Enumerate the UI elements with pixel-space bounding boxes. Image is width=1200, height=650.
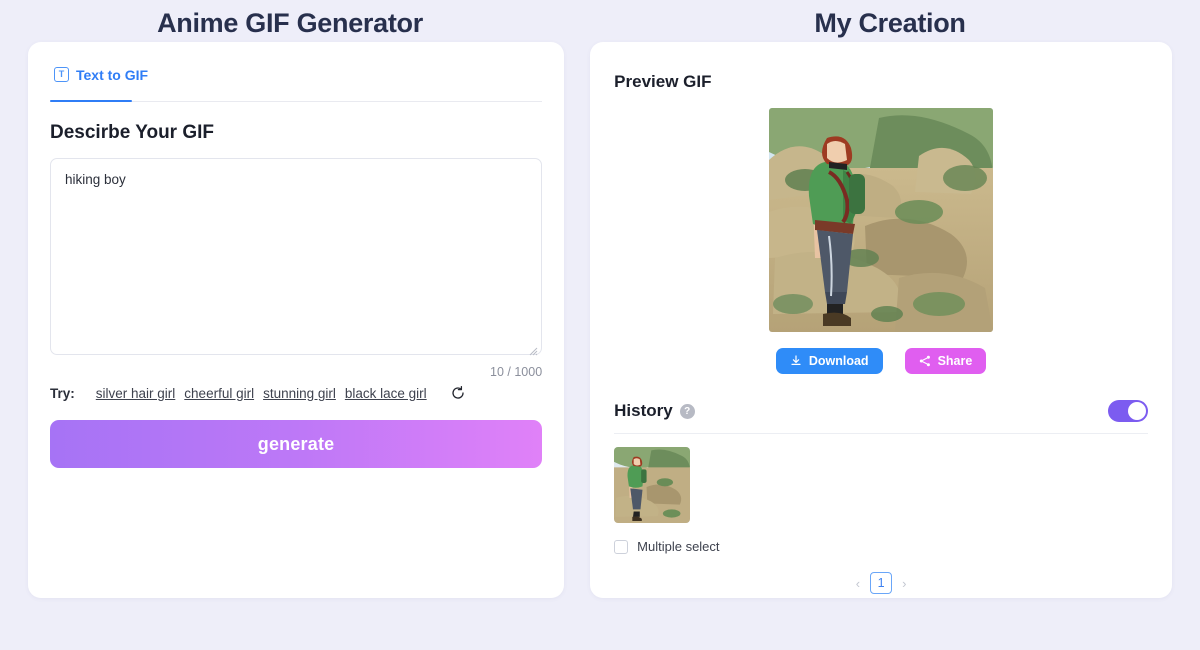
tab-text-to-gif[interactable]: T Text to GIF xyxy=(50,67,154,93)
tab-active-underline xyxy=(50,99,132,102)
prompt-input[interactable] xyxy=(50,158,543,355)
multiple-select-label: Multiple select xyxy=(637,539,720,554)
describe-heading: Descirbe Your GIF xyxy=(50,122,215,143)
download-label: Download xyxy=(808,354,869,368)
history-toggle[interactable] xyxy=(1108,400,1148,422)
page-title-creation: My Creation xyxy=(814,8,966,38)
left-title-wrap: Anime GIF Generator xyxy=(0,4,580,42)
preview-gif-image[interactable] xyxy=(769,108,994,332)
share-label: Share xyxy=(937,354,973,368)
pagination-next-icon[interactable]: › xyxy=(902,576,906,591)
right-title-wrap: My Creation xyxy=(580,4,1200,42)
history-divider xyxy=(614,433,1148,434)
try-label: Try: xyxy=(50,385,75,401)
app-root: Anime GIF Generator My Creation T Text t… xyxy=(0,0,1200,650)
history-items xyxy=(614,447,1148,523)
preview-actions: Download Share xyxy=(775,348,987,374)
columns: T Text to GIF Descirbe Your GIF 10 / 100… xyxy=(0,42,1200,598)
creation-panel: Preview GIF Download Share History ? Mul… xyxy=(590,42,1172,598)
question-mark-icon[interactable]: ? xyxy=(679,403,695,419)
try-suggestion-1[interactable]: silver hair girl xyxy=(96,386,176,401)
pagination-prev-icon[interactable]: ‹ xyxy=(856,576,860,591)
download-button[interactable]: Download xyxy=(775,348,883,374)
try-suggestion-4[interactable]: black lace girl xyxy=(345,386,427,401)
titles-row: Anime GIF Generator My Creation xyxy=(0,0,1200,42)
try-suggestion-2[interactable]: cheerful girl xyxy=(184,386,254,401)
multiple-select-row: Multiple select xyxy=(614,539,1148,554)
prompt-wrap xyxy=(50,158,543,360)
pagination-page-1[interactable]: 1 xyxy=(870,572,893,594)
try-suggestion-3[interactable]: stunning girl xyxy=(263,386,336,401)
share-button[interactable]: Share xyxy=(904,348,987,374)
pagination: ‹ 1 › xyxy=(614,572,1148,594)
refresh-icon[interactable] xyxy=(450,385,466,401)
char-counter: 10 / 1000 xyxy=(490,365,543,379)
page-title-generator: Anime GIF Generator xyxy=(157,8,423,38)
history-toggle-knob xyxy=(1128,402,1146,420)
download-icon xyxy=(791,355,801,365)
try-suggestions-row: Try: silver hair girl cheerful girl stun… xyxy=(50,385,542,401)
history-thumbnail[interactable] xyxy=(614,447,691,523)
preview-area: Download Share xyxy=(614,108,1148,374)
preview-heading: Preview GIF xyxy=(614,72,712,91)
multiple-select-checkbox[interactable] xyxy=(614,539,629,554)
generator-panel: T Text to GIF Descirbe Your GIF 10 / 100… xyxy=(28,42,565,598)
history-title: History xyxy=(614,401,673,420)
share-icon xyxy=(919,355,930,367)
text-icon: T xyxy=(54,67,69,82)
tab-label: Text to GIF xyxy=(76,66,149,83)
generate-button[interactable]: generate xyxy=(50,420,543,468)
history-header: History ? xyxy=(614,400,1148,422)
tabs-bar: T Text to GIF xyxy=(50,64,543,102)
